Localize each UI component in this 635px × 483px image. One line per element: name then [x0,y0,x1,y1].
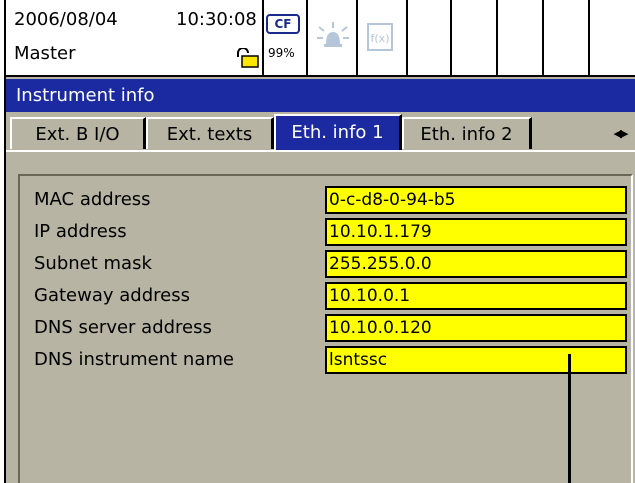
tab-scroll-arrows-icon[interactable]: ◀▶ [609,126,631,142]
gateway-address-label: Gateway address [34,285,190,306]
math-icon: f(x) [367,23,393,51]
dns-instrument-name-value: lsntssc [325,346,627,374]
mac-address-value: 0-c-d8-0-94-b5 [325,186,627,214]
cf-usage: 99% [268,46,295,60]
gateway-address-value: 10.10.0.1 [325,282,627,310]
tab-ext-texts[interactable]: Ext. texts [146,117,274,149]
subnet-mask-value: 255.255.0.0 [325,250,627,278]
tab-bar: Ext. B I/O Ext. texts Eth. info 1 Eth. i… [6,114,635,152]
callout-line [568,354,571,483]
status-divider [356,0,358,75]
dns-server-value: 10.10.0.120 [325,314,627,342]
status-slot [496,0,540,75]
tab-eth-info-2[interactable]: Eth. info 2 [402,117,532,149]
status-slot [406,0,450,75]
dns-server-label: DNS server address [34,317,212,338]
ip-address-label: IP address [34,221,127,242]
info-row-mac: MAC address 0-c-d8-0-94-b5 [20,186,631,214]
alarm-icon [317,22,349,47]
device-screen: 2006/08/04 10:30:08 Master CF 99% f(x) I… [4,0,635,483]
info-row-dns-name: DNS instrument name lsntssc [20,346,631,374]
info-row-dns-server: DNS server address 10.10.0.120 [20,314,631,342]
status-slot [450,0,494,75]
status-slot [588,0,632,75]
tab-ext-b-io[interactable]: Ext. B I/O [10,117,146,149]
info-row-gateway: Gateway address 10.10.0.1 [20,282,631,310]
unlock-icon [237,48,259,68]
status-bar: 2006/08/04 10:30:08 Master CF 99% f(x) [6,0,635,77]
svg-text:f(x): f(x) [371,32,390,45]
cf-card-icon: CF [266,14,300,34]
status-divider [306,0,308,75]
page-title: Instrument info [6,79,635,112]
subnet-mask-label: Subnet mask [34,253,152,274]
status-mode: Master [14,43,76,64]
ip-address-value: 10.10.1.179 [325,218,627,246]
status-divider [262,0,264,75]
info-row-subnet: Subnet mask 255.255.0.0 [20,250,631,278]
eth-info-panel: MAC address 0-c-d8-0-94-b5 IP address 10… [18,174,633,483]
tab-eth-info-1[interactable]: Eth. info 1 [274,114,402,152]
tab-divider [6,150,635,152]
status-slot [542,0,586,75]
dns-instrument-name-label: DNS instrument name [34,349,234,370]
status-date: 2006/08/04 [14,9,118,30]
status-time: 10:30:08 [176,9,257,30]
info-row-ip: IP address 10.10.1.179 [20,218,631,246]
mac-address-label: MAC address [34,189,151,210]
